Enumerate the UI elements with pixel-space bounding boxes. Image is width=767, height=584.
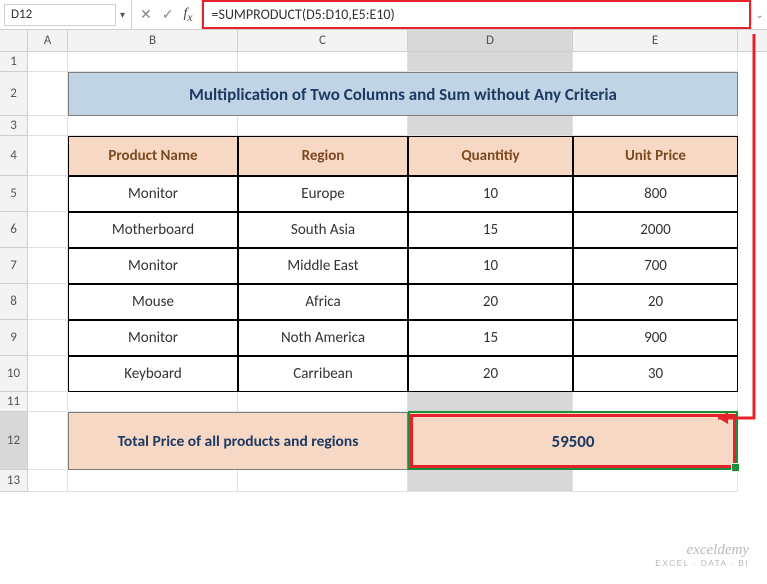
- row-header-2[interactable]: 2: [0, 72, 28, 116]
- row-header-12[interactable]: 12: [0, 412, 28, 470]
- col-header-C[interactable]: C: [238, 30, 408, 51]
- table-header-product[interactable]: Product Name: [68, 136, 238, 176]
- row-header-13[interactable]: 13: [0, 470, 28, 492]
- formula-bar: D12 ▾ ✕ ✓ fx =SUMPRODUCT(D5:D10,E5:E10) …: [0, 0, 767, 30]
- cell-region[interactable]: South Asia: [238, 212, 408, 248]
- fx-icon[interactable]: fx: [183, 6, 192, 24]
- table-row: Keyboard Carribean 20 30: [28, 356, 738, 392]
- name-box-dropdown-icon[interactable]: ▾: [120, 8, 127, 21]
- cell-product[interactable]: Mouse: [68, 284, 238, 320]
- name-box[interactable]: D12: [4, 4, 116, 26]
- cell-quantity[interactable]: 20: [408, 356, 573, 392]
- cell-product[interactable]: Monitor: [68, 176, 238, 212]
- cell-product[interactable]: Motherboard: [68, 212, 238, 248]
- cell-unitprice[interactable]: 800: [573, 176, 738, 212]
- cell-region[interactable]: Africa: [238, 284, 408, 320]
- name-box-wrap: D12 ▾: [0, 0, 132, 29]
- cell-quantity[interactable]: 15: [408, 212, 573, 248]
- table-header-quantity[interactable]: Quantitiy: [408, 136, 573, 176]
- table-header-region[interactable]: Region: [238, 136, 408, 176]
- title-banner: Multiplication of Two Columns and Sum wi…: [68, 72, 738, 116]
- spreadsheet-grid: A B C D E 1 2 3 4 5 6 7 8 9 10 11 12 13 …: [0, 30, 767, 584]
- formula-input[interactable]: =SUMPRODUCT(D5:D10,E5:E10): [202, 0, 751, 29]
- cell-unitprice[interactable]: 2000: [573, 212, 738, 248]
- cell-quantity[interactable]: 10: [408, 176, 573, 212]
- cell-region[interactable]: Carribean: [238, 356, 408, 392]
- cell-region[interactable]: Europe: [238, 176, 408, 212]
- cell-product[interactable]: Monitor: [68, 320, 238, 356]
- cell-unitprice[interactable]: 900: [573, 320, 738, 356]
- cell-unitprice[interactable]: 20: [573, 284, 738, 320]
- formula-bar-expand-icon[interactable]: ⌄: [751, 0, 767, 29]
- cell-product[interactable]: Keyboard: [68, 356, 238, 392]
- watermark-sub: EXCEL · DATA · BI: [655, 559, 749, 568]
- watermark-brand: exceldemy: [655, 543, 749, 559]
- cancel-icon[interactable]: ✕: [140, 6, 152, 23]
- row-header-8[interactable]: 8: [0, 284, 28, 320]
- row-header-11[interactable]: 11: [0, 392, 28, 412]
- cell-product[interactable]: Monitor: [68, 248, 238, 284]
- row-header-7[interactable]: 7: [0, 248, 28, 284]
- cell-unitprice[interactable]: 30: [573, 356, 738, 392]
- cell-quantity[interactable]: 15: [408, 320, 573, 356]
- row-header-4[interactable]: 4: [0, 136, 28, 176]
- total-value[interactable]: 59500: [408, 412, 738, 470]
- cell-region[interactable]: Middle East: [238, 248, 408, 284]
- row-header-5[interactable]: 5: [0, 176, 28, 212]
- row-header-1[interactable]: 1: [0, 52, 28, 72]
- col-header-A[interactable]: A: [28, 30, 68, 51]
- col-header-E[interactable]: E: [573, 30, 738, 51]
- cell-region[interactable]: Noth America: [238, 320, 408, 356]
- column-headers: A B C D E: [0, 30, 767, 52]
- confirm-icon[interactable]: ✓: [162, 6, 174, 23]
- cell-unitprice[interactable]: 700: [573, 248, 738, 284]
- row-header-3[interactable]: 3: [0, 116, 28, 136]
- row-header-6[interactable]: 6: [0, 212, 28, 248]
- select-all-corner[interactable]: [0, 30, 28, 51]
- table-row: Monitor Noth America 15 900: [28, 320, 738, 356]
- table-header-unitprice[interactable]: Unit Price: [573, 136, 738, 176]
- watermark: exceldemy EXCEL · DATA · BI: [655, 543, 749, 568]
- table-row: Monitor Europe 10 800: [28, 176, 738, 212]
- cell-quantity[interactable]: 10: [408, 248, 573, 284]
- row-header-9[interactable]: 9: [0, 320, 28, 356]
- table-row: Motherboard South Asia 15 2000: [28, 212, 738, 248]
- col-header-D[interactable]: D: [408, 30, 573, 51]
- row-header-10[interactable]: 10: [0, 356, 28, 392]
- cell-quantity[interactable]: 20: [408, 284, 573, 320]
- formula-bar-buttons: ✕ ✓ fx: [132, 0, 202, 29]
- table-row: Mouse Africa 20 20: [28, 284, 738, 320]
- total-label[interactable]: Total Price of all products and regions: [68, 412, 408, 470]
- table-row: Monitor Middle East 10 700: [28, 248, 738, 284]
- col-header-B[interactable]: B: [68, 30, 238, 51]
